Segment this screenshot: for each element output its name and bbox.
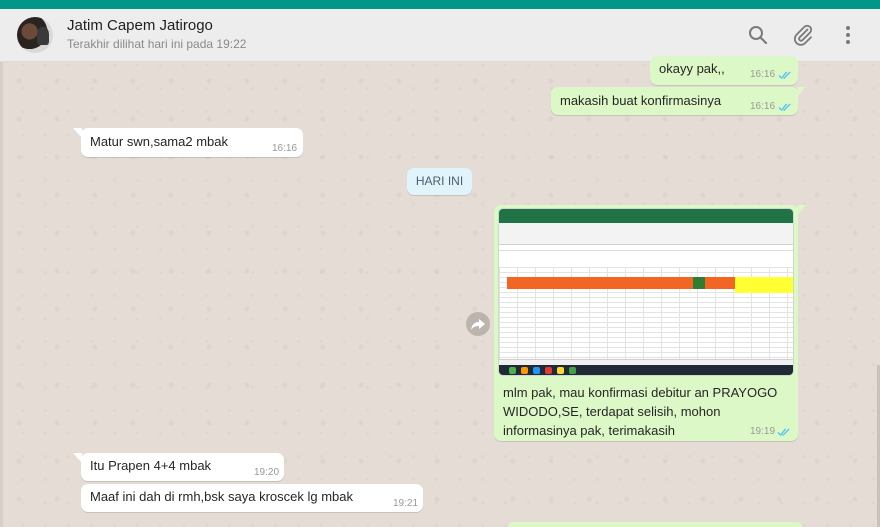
- top-accent-bar: [0, 0, 880, 9]
- message-outgoing[interactable]: [508, 522, 802, 527]
- message-time: 19:21: [393, 498, 419, 509]
- read-receipt-icon: [778, 71, 791, 80]
- message-incoming[interactable]: Itu Prapen 4+4 mbak 19:20: [73, 453, 284, 481]
- message-time: 19:20: [254, 467, 280, 478]
- message-text: Matur swn,sama2 mbak: [90, 134, 228, 149]
- contact-name[interactable]: Jatim Capem Jatirogo: [67, 17, 213, 34]
- message-outgoing[interactable]: okayy pak,, 16:16: [650, 56, 798, 85]
- message-time: 19:19: [750, 426, 776, 437]
- search-icon[interactable]: [746, 23, 770, 47]
- forward-icon: [471, 319, 485, 330]
- message-time: 16:16: [750, 69, 776, 80]
- message-text: Maaf ini dah di rmh,bsk saya kroscek lg …: [90, 489, 353, 504]
- message-incoming[interactable]: Maaf ini dah di rmh,bsk saya kroscek lg …: [81, 484, 423, 512]
- image-thumbnail[interactable]: [498, 208, 794, 376]
- menu-icon[interactable]: [836, 23, 860, 47]
- avatar[interactable]: [17, 17, 53, 53]
- read-receipt-icon: [778, 103, 791, 112]
- message-text: Itu Prapen 4+4 mbak: [90, 458, 212, 473]
- forward-button[interactable]: [466, 312, 490, 336]
- message-text: okayy pak,,: [659, 61, 725, 76]
- read-receipt-icon: [777, 428, 790, 437]
- day-divider: HARI INI: [407, 168, 472, 195]
- chat-header: Jatim Capem Jatirogo Terakhir dilihat ha…: [0, 9, 880, 62]
- last-seen-status: Terakhir dilihat hari ini pada 19:22: [67, 37, 247, 51]
- pane-divider: [0, 62, 3, 527]
- message-time: 16:16: [750, 101, 776, 112]
- message-time: 16:16: [272, 143, 298, 154]
- attach-icon[interactable]: [791, 23, 815, 47]
- message-outgoing[interactable]: makasih buat konfirmasinya 16:16: [551, 87, 806, 115]
- message-text: makasih buat konfirmasinya: [560, 93, 722, 108]
- message-incoming[interactable]: Matur swn,sama2 mbak 16:16: [73, 128, 303, 157]
